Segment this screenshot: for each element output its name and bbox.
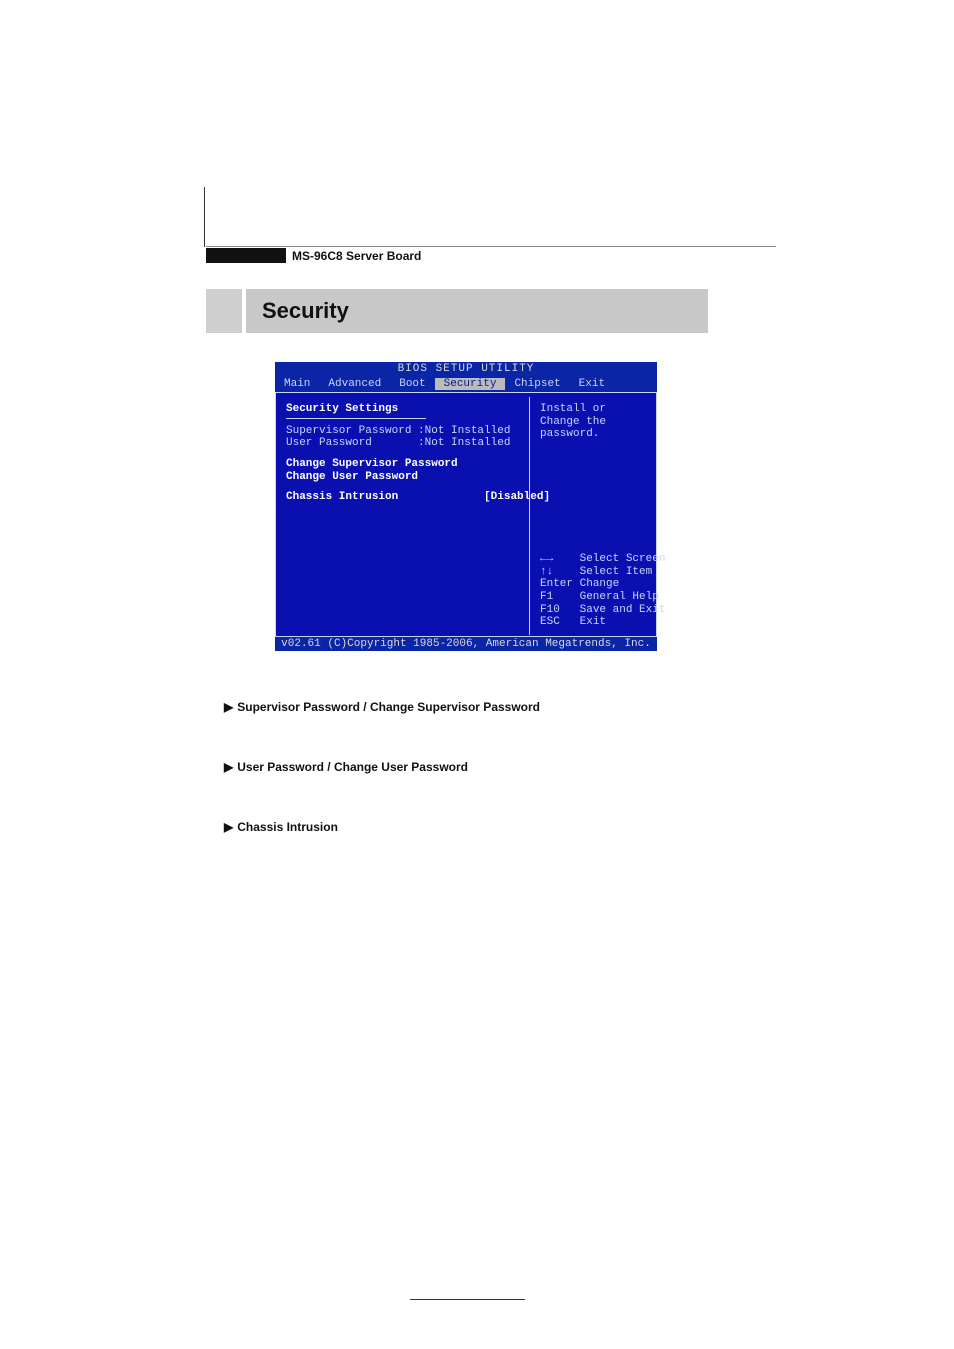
board-title: MS-96C8 Server Board [292,249,421,263]
header-accent-block [206,248,286,263]
bios-help-block: ←→ Select Screen ↑↓ Select Item Enter Ch… [540,553,646,629]
help-label: Save and Exit [580,604,666,616]
tab-advanced[interactable]: Advanced [319,378,390,391]
bios-utility-title: BIOS SETUP UTILITY [398,363,535,376]
tab-exit[interactable]: Exit [570,378,614,391]
option-chassis-intrusion[interactable]: Chassis Intrusion [Disabled] [286,491,521,504]
help-label: Change [580,578,620,590]
status-value: Not Installed [425,425,511,437]
doc-item-chassis-intrusion: ▶ Chassis Intrusion [224,820,338,834]
arrow-icon: ▶ [224,700,233,714]
tab-security[interactable]: Security [435,378,506,391]
section-heading-bar: Security [246,289,708,333]
help-label: Exit [580,616,606,628]
bios-title-bar: BIOS SETUP UTILITY [275,362,657,376]
help-key: F10 [540,604,560,616]
help-key: F1 [540,591,553,603]
action-change-supervisor-password[interactable]: Change Supervisor Password [286,458,521,471]
help-general: F1 General Help [540,591,646,604]
option-label: Chassis Intrusion [286,491,398,503]
footer-rule [410,1299,525,1300]
section-heading: Security [262,298,349,324]
help-exit: ESC Exit [540,616,646,629]
help-key: ESC [540,616,560,628]
arrow-icon: ▶ [224,820,233,834]
help-label: Select Item [580,566,653,578]
help-label: Select Screen [580,553,666,565]
bios-footer: v02.61 (C)Copyright 1985-2006, American … [275,637,657,651]
help-key: Enter [540,578,573,590]
help-save-exit: F10 Save and Exit [540,604,646,617]
help-key: ↑↓ [540,566,553,578]
spacer [286,450,521,458]
section-accent-tab [206,289,242,333]
status-row-user: User Password :Not Installed [286,437,521,450]
doc-item-text: Supervisor Password / Change Supervisor … [237,700,540,714]
bios-body: Security Settings Supervisor Password :N… [275,392,657,637]
help-change: Enter Change [540,578,646,591]
bios-hint: Install or Change the password. [540,403,646,441]
bios-right-pane: Install or Change the password. ←→ Selec… [534,397,652,635]
status-label: Supervisor Password [286,425,411,437]
bios-copyright: v02.61 (C)Copyright 1985-2006, American … [281,638,651,651]
bios-separator [286,418,426,419]
status-label: User Password [286,437,372,449]
doc-item-user-password: ▶ User Password / Change User Password [224,760,468,774]
bios-left-title: Security Settings [286,403,521,416]
action-change-user-password[interactable]: Change User Password [286,471,521,484]
tab-boot[interactable]: Boot [390,378,434,391]
status-row-supervisor: Supervisor Password :Not Installed [286,425,521,438]
bios-left-pane: Security Settings Supervisor Password :N… [280,397,530,635]
bios-tab-row: Main Advanced Boot Security Chipset Exit [275,376,657,392]
doc-item-text: User Password / Change User Password [237,760,468,774]
doc-item-supervisor-password: ▶ Supervisor Password / Change Supervisor… [224,700,540,714]
vertical-divider [204,187,205,247]
header-rule [206,246,776,247]
help-label: General Help [580,591,659,603]
tab-main[interactable]: Main [275,378,319,391]
spacer [286,483,521,491]
help-key: ←→ [540,553,553,565]
page: MS-96C8 Server Board Security BIOS SETUP… [0,0,954,1349]
tab-chipset[interactable]: Chipset [505,378,569,391]
doc-item-text: Chassis Intrusion [237,820,338,834]
help-select-screen: ←→ Select Screen [540,553,646,566]
bios-screenshot: BIOS SETUP UTILITY Main Advanced Boot Se… [275,362,657,652]
help-select-item: ↑↓ Select Item [540,566,646,579]
status-value: Not Installed [425,437,511,449]
arrow-icon: ▶ [224,760,233,774]
